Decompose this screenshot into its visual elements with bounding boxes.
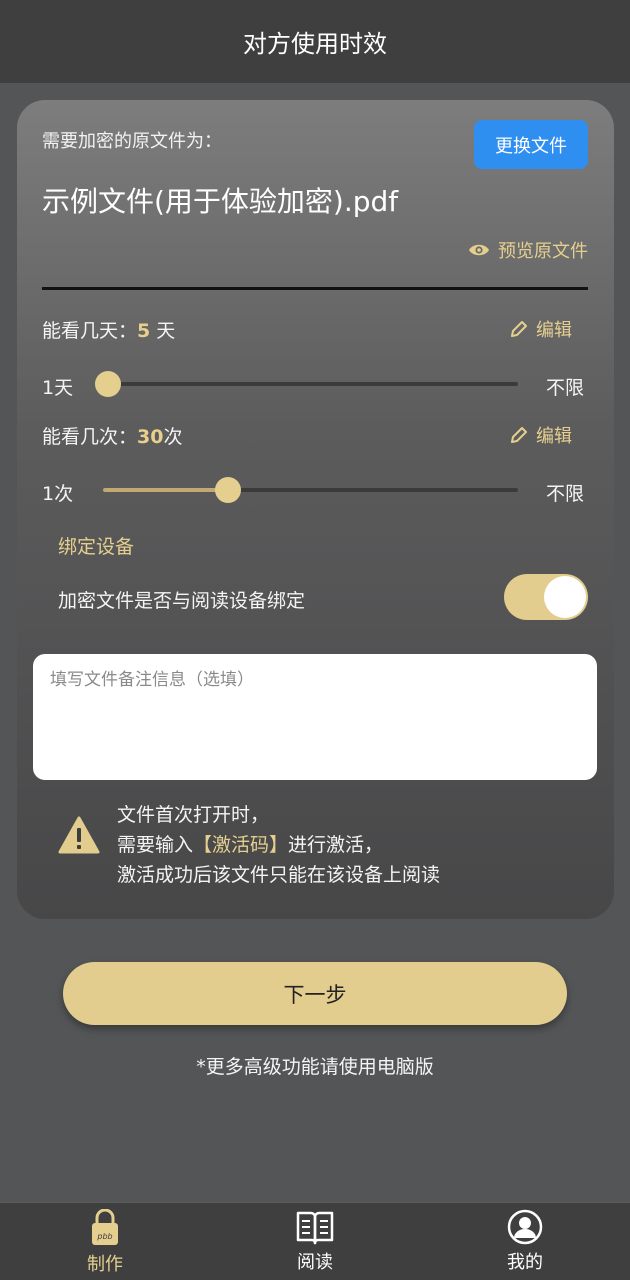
- warning-line-1: 文件首次打开时，: [117, 804, 270, 826]
- svg-text:pbb: pbb: [96, 1232, 112, 1241]
- times-slider-max: 不限: [546, 483, 585, 505]
- tab-read[interactable]: 阅读: [255, 1203, 375, 1280]
- edit-days-button[interactable]: 编辑: [510, 316, 572, 342]
- file-note-input[interactable]: [33, 654, 597, 780]
- activation-code-highlight: 【激活码】: [193, 834, 289, 856]
- days-label-prefix: 能看几天：: [42, 320, 138, 342]
- days-slider-thumb[interactable]: [95, 371, 121, 397]
- pencil-icon: [511, 427, 527, 443]
- tab-read-label: 阅读: [297, 1252, 333, 1273]
- times-slider[interactable]: [103, 477, 518, 503]
- edit-days-label: 编辑: [536, 320, 572, 341]
- page-header: 对方使用时效: [0, 0, 630, 83]
- tab-mine-label: 我的: [507, 1252, 543, 1273]
- warning-line-2-prefix: 需要输入: [117, 834, 194, 856]
- page-title: 对方使用时效: [243, 30, 387, 58]
- preview-file-label: 预览原文件: [498, 241, 588, 262]
- days-slider-min: 1天: [42, 377, 74, 399]
- warning-icon: [58, 816, 100, 854]
- user-icon: [507, 1209, 543, 1245]
- eye-icon: [469, 244, 489, 256]
- warning-line-2-suffix: 进行激活，: [288, 834, 384, 856]
- bind-device-title: 绑定设备: [58, 536, 135, 558]
- times-slider-fill: [103, 488, 228, 492]
- times-unit: 次: [163, 426, 183, 448]
- bind-device-question: 加密文件是否与阅读设备绑定: [58, 590, 306, 612]
- warning-line-3: 激活成功后该文件只能在该设备上阅读: [117, 864, 441, 886]
- times-label: 能看几次：30次: [42, 422, 182, 449]
- edit-times-button[interactable]: 编辑: [510, 422, 572, 448]
- days-slider[interactable]: [95, 371, 518, 397]
- days-slider-max: 不限: [546, 377, 585, 399]
- days-label: 能看几天：5 天: [42, 316, 175, 343]
- times-slider-min: 1次: [42, 483, 74, 505]
- source-file-label: 需要加密的原文件为：: [42, 131, 222, 152]
- preview-file-link[interactable]: 预览原文件: [468, 237, 588, 263]
- encryption-settings-card: 需要加密的原文件为： 更换文件 示例文件(用于体验加密).pdf 预览原文件 能…: [17, 100, 614, 919]
- change-file-button[interactable]: 更换文件: [474, 120, 588, 169]
- source-file-name: 示例文件(用于体验加密).pdf: [42, 185, 399, 218]
- activation-warning: 文件首次打开时， 需要输入【激活码】进行激活， 激活成功后该文件只能在该设备上阅…: [117, 800, 440, 890]
- bottom-tab-bar: pbb 制作 阅读 我的: [0, 1202, 630, 1280]
- times-value: 30: [137, 426, 164, 448]
- days-unit: 天: [150, 320, 176, 342]
- edit-times-label: 编辑: [536, 426, 572, 447]
- pencil-icon: [511, 321, 527, 337]
- times-label-prefix: 能看几次：: [42, 426, 138, 448]
- bind-device-toggle[interactable]: [504, 574, 588, 620]
- tab-make[interactable]: pbb 制作: [45, 1203, 165, 1280]
- warning-line-2: 需要输入【激活码】进行激活，: [117, 830, 440, 860]
- days-value: 5: [137, 320, 151, 342]
- lock-pbb-icon: pbb: [92, 1209, 118, 1245]
- times-slider-thumb[interactable]: [215, 477, 241, 503]
- book-icon: [296, 1211, 334, 1245]
- toggle-knob: [544, 576, 586, 618]
- divider: [42, 287, 588, 290]
- desktop-version-note: *更多高级功能请使用电脑版: [196, 1056, 434, 1078]
- next-step-button[interactable]: 下一步: [63, 962, 567, 1025]
- tab-make-label: 制作: [87, 1254, 123, 1275]
- tab-mine[interactable]: 我的: [465, 1203, 585, 1280]
